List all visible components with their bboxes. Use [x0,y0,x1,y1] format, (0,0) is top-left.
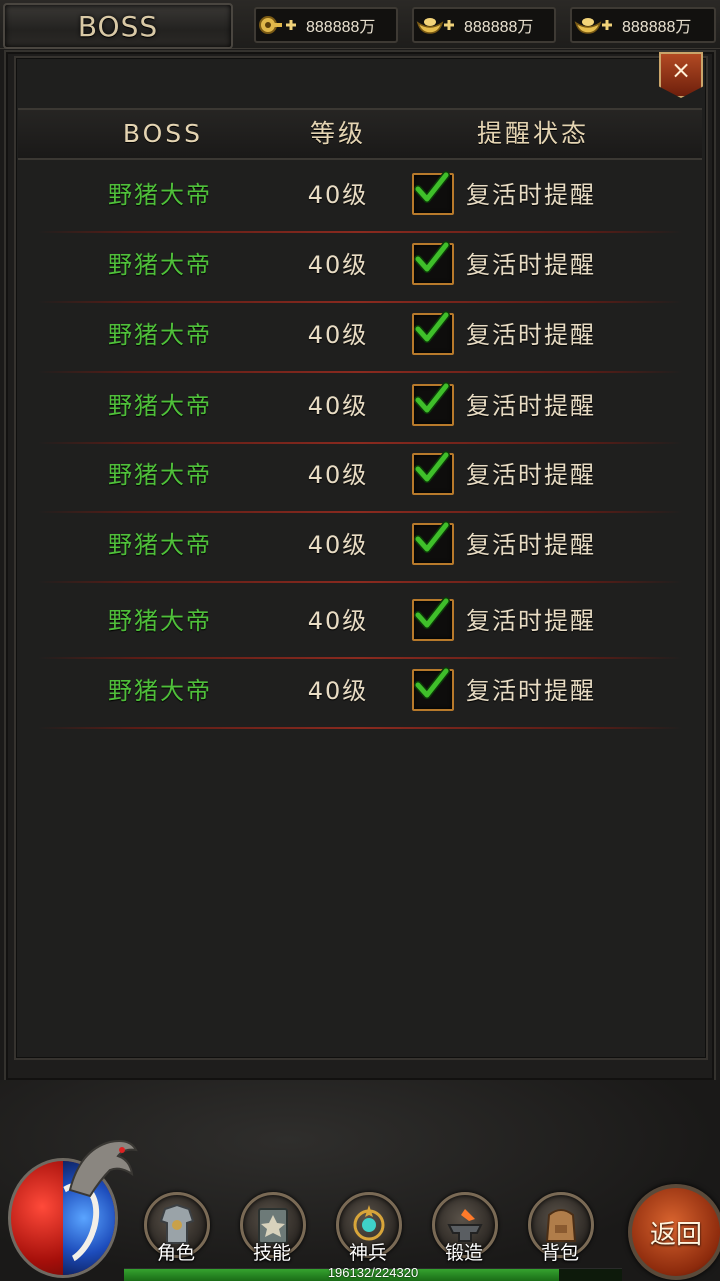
row-divider [38,371,682,373]
checkmark-icon [414,311,450,343]
boss-level: 40级 [307,461,369,489]
nav-button-3[interactable]: 锻造 [428,1186,500,1270]
reminder-status-label: 复活时提醒 [466,607,596,635]
top-bar: BOSS 888888万 888888万 888888万 [0,0,720,49]
checkmark-icon [414,171,450,203]
checkmark-icon [414,521,450,553]
header-boss: BOSS [122,119,204,148]
table-row: 野猪大帝 40级 复活时提醒 [18,235,702,303]
checkmark-icon [414,667,450,699]
checkmark-icon [414,382,450,414]
currency-key[interactable]: 888888万 [254,7,398,43]
close-icon[interactable]: × [671,54,691,86]
checkmark-icon [414,451,450,483]
reminder-status-label: 复活时提醒 [466,392,596,420]
boss-name: 野猪大帝 [108,461,212,489]
nav-label: 角色 [156,1242,195,1264]
gold-ingot-plus-icon[interactable] [572,11,616,39]
reminder-status-label: 复活时提醒 [466,181,596,209]
currency-ingot-2[interactable]: 888888万 [570,7,716,43]
header-level: 等级 [309,119,366,148]
reminder-checkbox[interactable] [412,451,454,495]
title-plate: BOSS [3,3,233,49]
table-row: 野猪大帝 40级 复活时提醒 [18,165,702,233]
boss-level: 40级 [307,251,369,279]
row-divider [38,511,682,513]
currency-value: 888888万 [622,19,692,36]
return-button[interactable]: 返回 [628,1184,720,1280]
table-row: 野猪大帝 40级 复活时提醒 [18,591,702,659]
reminder-status-label: 复活时提醒 [466,461,596,489]
boss-level: 40级 [307,607,369,635]
reminder-status-label: 复活时提醒 [466,321,596,349]
dragon-ornament-icon [68,1140,138,1198]
reminder-status-label: 复活时提醒 [466,531,596,559]
nav-button-1[interactable]: 技能 [236,1186,308,1270]
reminder-checkbox[interactable] [412,521,454,565]
exp-bar: 196132/224320 [124,1265,622,1281]
boss-level: 40级 [307,392,369,420]
row-divider [38,727,682,729]
reminder-checkbox[interactable] [412,171,454,215]
return-label: 返回 [649,1219,702,1250]
reminder-status-label: 复活时提醒 [466,677,596,705]
row-divider [38,442,682,444]
currency-value: 888888万 [464,19,534,36]
boss-level: 40级 [307,181,369,209]
boss-name: 野猪大帝 [108,321,212,349]
nav-label: 锻造 [444,1242,483,1264]
currency-value: 888888万 [306,19,376,36]
row-divider [38,301,682,303]
reminder-status-label: 复活时提醒 [466,251,596,279]
row-divider [38,581,682,583]
gold-ingot-plus-icon[interactable] [414,11,458,39]
checkmark-icon [414,597,450,629]
reminder-checkbox[interactable] [412,241,454,285]
table-header: BOSS 等级 提醒状态 [18,108,702,160]
nav-label: 技能 [252,1242,291,1264]
boss-name: 野猪大帝 [108,531,212,559]
row-divider [38,231,682,233]
nav-button-2[interactable]: 神兵 [332,1186,404,1270]
nav-button-4[interactable]: 背包 [524,1186,596,1270]
boss-name: 野猪大帝 [108,392,212,420]
nav-label: 神兵 [348,1242,387,1264]
table-row: 野猪大帝 40级 复活时提醒 [18,445,702,513]
reminder-checkbox[interactable] [412,597,454,641]
page-title: BOSS [77,9,159,43]
boss-level: 40级 [307,677,369,705]
currency-ingot[interactable]: 888888万 [412,7,556,43]
boss-level: 40级 [307,531,369,559]
nav-button-0[interactable]: 角色 [140,1186,212,1270]
table-row: 野猪大帝 40级 复活时提醒 [18,515,702,583]
key-plus-icon[interactable] [256,11,300,39]
table-row: 野猪大帝 40级 复活时提醒 [18,661,702,729]
exp-text: 196132/224320 [327,1265,419,1280]
boss-name: 野猪大帝 [108,677,212,705]
reminder-checkbox[interactable] [412,667,454,711]
row-divider [38,657,682,659]
nav-label: 背包 [540,1242,579,1264]
boss-level: 40级 [307,321,369,349]
checkmark-icon [414,241,450,273]
reminder-checkbox[interactable] [412,311,454,355]
boss-name: 野猪大帝 [108,251,212,279]
boss-name: 野猪大帝 [108,607,212,635]
boss-name: 野猪大帝 [108,181,212,209]
table-row: 野猪大帝 40级 复活时提醒 [18,305,702,373]
header-reminder-status: 提醒状态 [476,119,589,148]
reminder-checkbox[interactable] [412,382,454,426]
table-row: 野猪大帝 40级 复活时提醒 [18,376,702,444]
